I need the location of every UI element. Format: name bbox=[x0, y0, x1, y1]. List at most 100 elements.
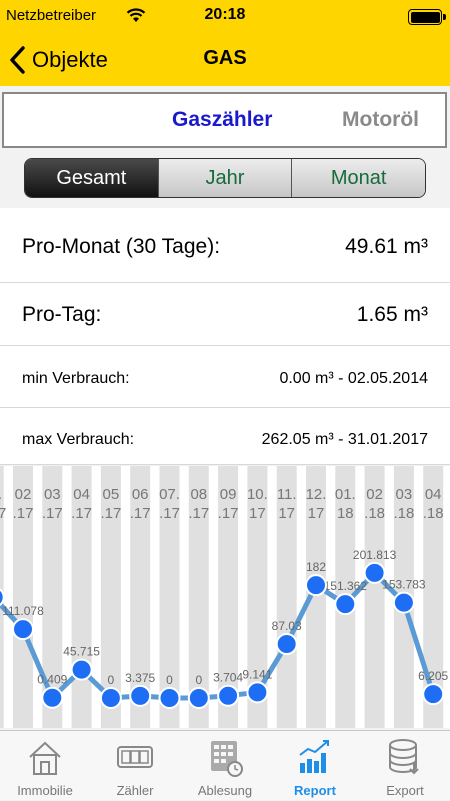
data-point bbox=[392, 591, 415, 614]
data-point bbox=[275, 633, 298, 656]
meter-type-selector: Gaszähler Motoröl bbox=[2, 92, 447, 148]
x-tick-label: .17 bbox=[42, 505, 63, 522]
x-tick-label: .17 bbox=[71, 505, 92, 522]
data-point bbox=[363, 561, 386, 584]
x-tick-label: .17 bbox=[159, 505, 180, 522]
data-label: 153.783 bbox=[382, 578, 426, 592]
x-tick-label: .17 bbox=[13, 505, 34, 522]
x-tick-label: 07. bbox=[159, 486, 180, 503]
back-button[interactable]: Objekte bbox=[8, 44, 108, 76]
stat-label: Pro-Tag: bbox=[22, 303, 102, 326]
data-point bbox=[422, 683, 445, 706]
tab-immobilie[interactable]: Immobilie bbox=[0, 731, 90, 801]
statistics-list: Pro-Monat (30 Tage): 49.61 m³ Pro-Tag: 1… bbox=[0, 208, 450, 465]
x-tick-label: 03 bbox=[396, 486, 413, 503]
stat-label: max Verbrauch: bbox=[22, 431, 135, 448]
stat-row-per-day: Pro-Tag: 1.65 m³ bbox=[0, 283, 450, 346]
x-tick-label: 02 bbox=[15, 486, 32, 503]
meter-icon bbox=[117, 746, 153, 768]
data-label: 151.362 bbox=[324, 579, 368, 593]
x-tick-label: .18 bbox=[423, 505, 444, 522]
data-point bbox=[129, 684, 152, 707]
x-tick-label: 09 bbox=[220, 486, 237, 503]
x-tick-label: .18 bbox=[393, 505, 414, 522]
data-label: 0 bbox=[166, 673, 173, 687]
stat-label: min Verbrauch: bbox=[22, 370, 130, 387]
x-tick-label: 7 bbox=[0, 505, 6, 522]
x-tick-label: 08 bbox=[190, 486, 207, 503]
segment-jahr[interactable]: Jahr bbox=[157, 159, 292, 197]
x-tick-label: .17 bbox=[130, 505, 151, 522]
x-tick-label: . bbox=[0, 486, 2, 503]
segment-monat[interactable]: Monat bbox=[291, 159, 425, 197]
x-tick-label: 01. bbox=[335, 486, 356, 503]
tab-label: Export bbox=[386, 783, 424, 798]
x-tick-label: 04 bbox=[73, 486, 90, 503]
data-label: 0 bbox=[195, 673, 202, 687]
tab-label: Ablesung bbox=[197, 783, 253, 798]
tab-gaszaehler[interactable]: Gaszähler bbox=[172, 108, 272, 132]
segment-gesamt[interactable]: Gesamt bbox=[25, 159, 158, 197]
stat-row-per-month: Pro-Monat (30 Tage): 49.61 m³ bbox=[0, 208, 450, 283]
data-label: 201.813 bbox=[353, 548, 397, 562]
x-tick-label: .17 bbox=[218, 505, 239, 522]
tab-motoroel[interactable]: Motoröl bbox=[342, 108, 419, 132]
stat-row-min: min Verbrauch: 0.00 m³ - 02.05.2014 bbox=[0, 346, 450, 408]
data-point bbox=[217, 684, 240, 707]
chart-svg: 02.1703.1704.1705.1706.1707..1708.1709.1… bbox=[0, 466, 449, 728]
x-tick-label: 17 bbox=[308, 505, 325, 522]
data-label: 0.409 bbox=[37, 673, 67, 687]
x-tick-label: 05 bbox=[103, 486, 120, 503]
calculator-clock-icon bbox=[211, 741, 243, 777]
data-point bbox=[12, 618, 34, 641]
data-point bbox=[158, 687, 181, 709]
x-tick-label: 10. bbox=[247, 486, 268, 503]
data-label: 111.078 bbox=[2, 604, 44, 618]
tab-report[interactable]: Report bbox=[270, 731, 360, 801]
data-label: 45.715 bbox=[63, 645, 100, 659]
tab-label: Immobilie bbox=[17, 783, 73, 798]
x-tick-label: 11. bbox=[277, 486, 297, 503]
data-point bbox=[70, 658, 93, 681]
tab-ablesung[interactable]: Ablesung bbox=[180, 731, 270, 801]
bar-chart-icon bbox=[299, 740, 329, 773]
data-label: 182 bbox=[306, 560, 326, 574]
data-label: 6.205 bbox=[418, 669, 448, 683]
data-point bbox=[246, 681, 269, 704]
tab-export[interactable]: Export bbox=[360, 731, 450, 801]
data-label: 3.375 bbox=[125, 671, 155, 685]
data-point bbox=[305, 574, 327, 597]
battery-icon bbox=[408, 9, 446, 25]
x-tick-label: .18 bbox=[364, 505, 385, 522]
stat-value: 0.00 m³ - 02.05.2014 bbox=[279, 370, 428, 387]
x-tick-label: 18 bbox=[337, 505, 354, 522]
data-point bbox=[99, 687, 122, 709]
stat-label: Pro-Monat (30 Tage): bbox=[22, 235, 221, 258]
x-tick-label: 03 bbox=[44, 486, 61, 503]
back-button-label: Objekte bbox=[32, 47, 108, 72]
data-label: 3.704 bbox=[213, 671, 243, 685]
x-tick-label: 06 bbox=[132, 486, 149, 503]
data-point bbox=[41, 686, 64, 709]
tab-label: Report bbox=[294, 783, 336, 798]
clock: 20:18 bbox=[204, 6, 246, 23]
period-segmented-control: Gesamt Jahr Monat bbox=[24, 158, 426, 198]
house-icon bbox=[29, 741, 61, 775]
x-tick-label: 04 bbox=[425, 486, 442, 503]
x-tick-label: 17 bbox=[249, 505, 266, 522]
x-tick-label: .17 bbox=[100, 505, 121, 522]
x-tick-label: 02 bbox=[366, 486, 383, 503]
x-tick-label: 12. bbox=[306, 486, 327, 503]
data-label: 9.141 bbox=[242, 667, 272, 681]
tab-zaehler[interactable]: Zähler bbox=[90, 731, 180, 801]
database-export-icon bbox=[389, 739, 419, 775]
status-bar: Netzbetreiber 20:18 bbox=[0, 0, 450, 34]
data-label: 0 bbox=[108, 673, 115, 687]
stat-value: 49.61 m³ bbox=[345, 235, 428, 258]
consumption-chart[interactable]: 02.17 03.17 04.17 05.17 06.17 07. .17 08.17 09.1… bbox=[0, 466, 450, 728]
stat-row-max: max Verbrauch: 262.05 m³ - 31.01.2017 bbox=[0, 408, 450, 465]
chevron-left-icon bbox=[10, 46, 25, 74]
x-tick-label: .17 bbox=[188, 505, 209, 522]
data-label: 87.03 bbox=[272, 619, 302, 633]
tab-bar: Immobilie Zähler Ablesung Report Export bbox=[0, 730, 450, 800]
